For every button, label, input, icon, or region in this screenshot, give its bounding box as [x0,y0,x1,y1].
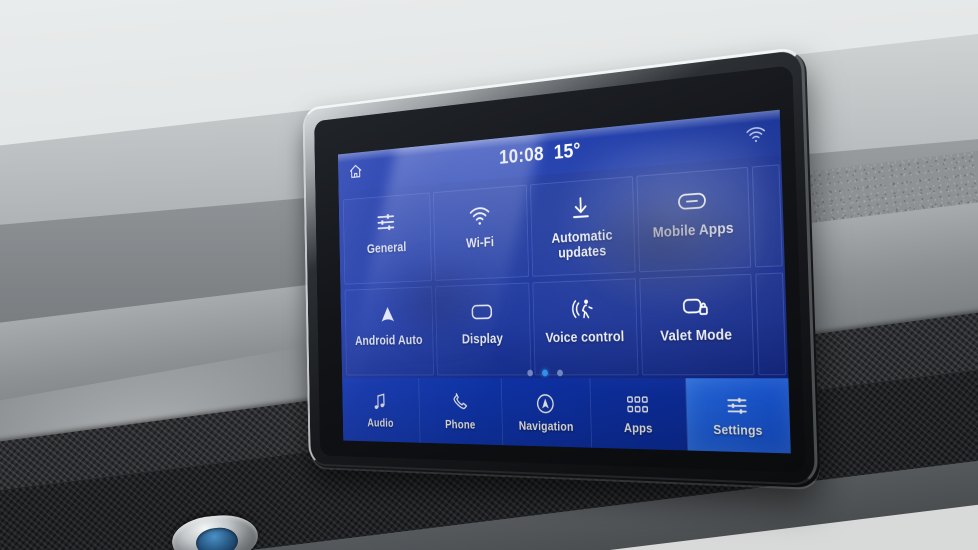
nav-item-apps[interactable]: Apps [590,378,689,451]
settings-tile-grid: General Wi-Fi Automatic updates Mobile A… [338,154,789,379]
tile-label: Android Auto [354,333,423,349]
nav-item-settings[interactable]: Settings [685,378,791,454]
page-dot-active[interactable] [541,369,548,377]
tile-wifi[interactable]: Wi-Fi [432,184,530,281]
nav-label: Apps [623,421,653,436]
compass-icon [535,391,556,416]
sliders-icon [724,392,750,419]
nav-label: Navigation [518,419,574,434]
phone-icon [451,391,469,415]
app-grid-icon [626,392,648,418]
tile-label: Display [461,331,504,348]
nav-item-audio[interactable]: Audio [342,378,421,443]
tile-label: General [366,240,407,257]
nav-item-navigation[interactable]: Navigation [501,378,593,448]
tile-label: Automatic updates [551,227,613,262]
temperature: 15° [553,139,581,164]
tile-label: Valet Mode [660,327,733,345]
music-note-icon [373,390,388,413]
tile-android-auto[interactable]: Android Auto [344,286,434,376]
tile-label: Voice control [545,329,625,347]
tile-voice-control[interactable]: Voice control [532,278,639,376]
android-auto-icon [378,300,397,329]
link-icon [676,184,707,218]
voice-control-icon [571,293,596,324]
tile-label: Mobile Apps [652,220,734,242]
tile-next-page-partial[interactable] [755,272,787,376]
display-icon [470,297,494,327]
tile-display[interactable]: Display [434,282,532,376]
clock-time: 10:08 [498,143,545,169]
tile-label: Wi-Fi [465,235,495,252]
page-dot[interactable] [526,369,533,377]
tile-row: Android Auto Display Voice control Valet… [343,269,788,378]
nav-label: Phone [445,418,476,432]
valet-lock-icon [679,289,710,322]
sliders-icon [376,208,397,237]
tile-next-page-partial[interactable] [751,164,783,268]
nav-label: Settings [713,422,763,439]
tile-automatic-updates[interactable]: Automatic updates [530,176,636,277]
nav-label: Audio [367,416,394,430]
infotainment-head-unit: 10:08 15° General Wi-Fi Automatic update… [302,46,821,489]
tile-valet-mode[interactable]: Valet Mode [638,273,755,376]
home-icon[interactable] [346,160,365,184]
page-indicator[interactable] [342,369,788,377]
nav-item-phone[interactable]: Phone [419,378,504,446]
bottom-nav-bar: Audio Phone Navigation Apps Settings [342,378,791,454]
photo-scene: 10:08 15° General Wi-Fi Automatic update… [0,0,978,550]
page-dot[interactable] [556,369,563,377]
touchscreen-display[interactable]: 10:08 15° General Wi-Fi Automatic update… [337,109,791,454]
download-icon [570,193,593,225]
tile-mobile-apps[interactable]: Mobile Apps [636,166,752,273]
tile-general[interactable]: General [342,192,432,285]
wifi-icon [468,200,491,231]
wifi-icon [743,122,769,147]
